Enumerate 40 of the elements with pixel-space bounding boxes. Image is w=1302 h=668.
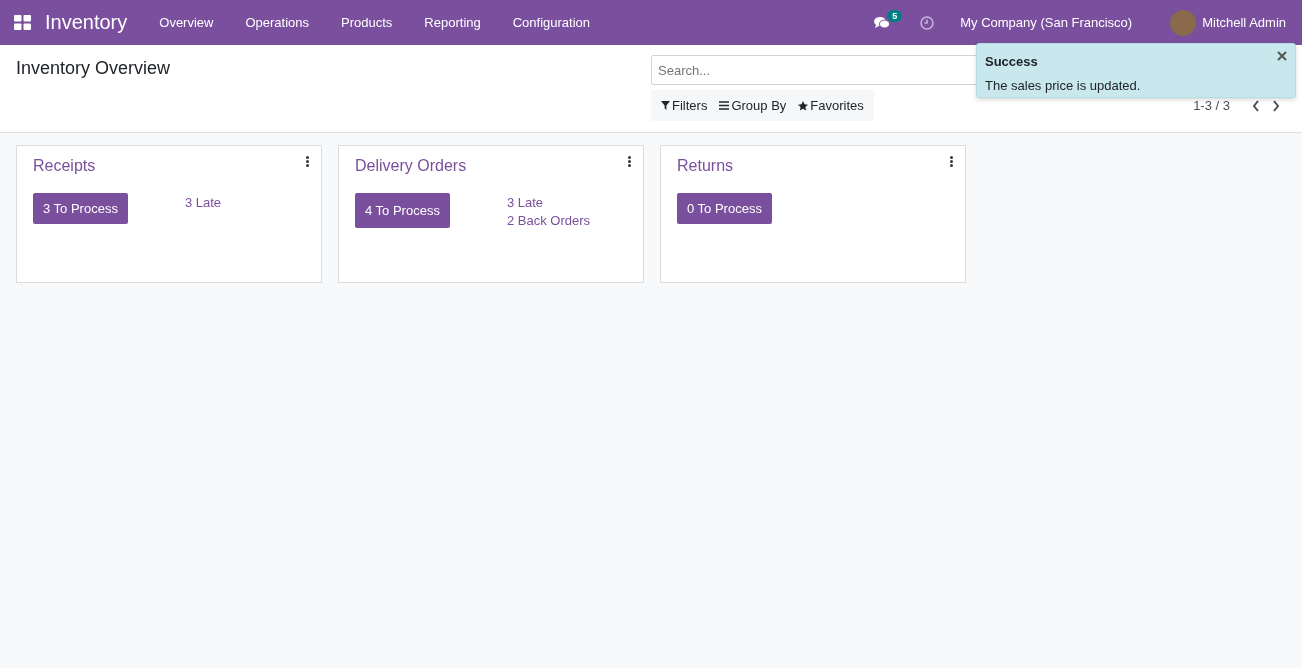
filter-button[interactable]: Filters <box>655 98 714 113</box>
status-link[interactable]: 3 Late <box>184 195 222 210</box>
app-name[interactable]: Inventory <box>45 11 128 34</box>
to-process-button[interactable]: 0 To Process <box>677 193 772 224</box>
message-count-badge: 5 <box>887 9 903 22</box>
menu-item[interactable]: Overview <box>143 15 230 30</box>
pager-value: 1-3 / 3 <box>1193 98 1230 113</box>
notification-title: Success <box>985 54 1038 69</box>
status-link[interactable]: 3 Late <box>506 195 590 210</box>
card-title[interactable]: Returns <box>677 157 734 175</box>
card-title[interactable]: Delivery Orders <box>355 157 467 175</box>
list-icon <box>719 101 730 110</box>
kebab-icon <box>306 156 309 167</box>
menu-item[interactable]: Configuration <box>496 15 607 30</box>
menu-item[interactable]: Products <box>325 15 409 30</box>
card-title[interactable]: Receipts <box>33 157 96 175</box>
more-options-button[interactable] <box>628 156 631 167</box>
close-icon <box>1277 51 1287 61</box>
to-process-button[interactable]: 4 To Process <box>355 193 450 228</box>
filter-button[interactable]: Favorites <box>792 98 870 113</box>
more-options-button[interactable] <box>950 156 953 167</box>
chevron-right-icon <box>1272 99 1280 112</box>
filter-button[interactable]: Group By <box>713 98 793 113</box>
chevron-left-icon <box>1252 99 1260 112</box>
clock-icon[interactable] <box>920 15 935 30</box>
company-name[interactable]: My Company (San Francisco) <box>960 15 1133 30</box>
filter-icon <box>661 101 670 110</box>
to-process-button[interactable]: 3 To Process <box>33 193 128 224</box>
page-title: Inventory Overview <box>16 58 172 80</box>
status-link[interactable]: 2 Back Orders <box>506 213 590 228</box>
star-icon <box>798 100 809 111</box>
chat-icon[interactable] <box>874 15 891 30</box>
menu-item[interactable]: Reporting <box>408 15 497 30</box>
menu-item[interactable]: Operations <box>229 15 326 30</box>
apps-grid-icon[interactable] <box>14 15 31 30</box>
kebab-icon <box>950 156 953 167</box>
kebab-icon <box>628 156 631 167</box>
more-options-button[interactable] <box>306 156 309 167</box>
user-name[interactable]: Mitchell Admin <box>1202 15 1286 30</box>
close-button[interactable] <box>1277 51 1287 61</box>
